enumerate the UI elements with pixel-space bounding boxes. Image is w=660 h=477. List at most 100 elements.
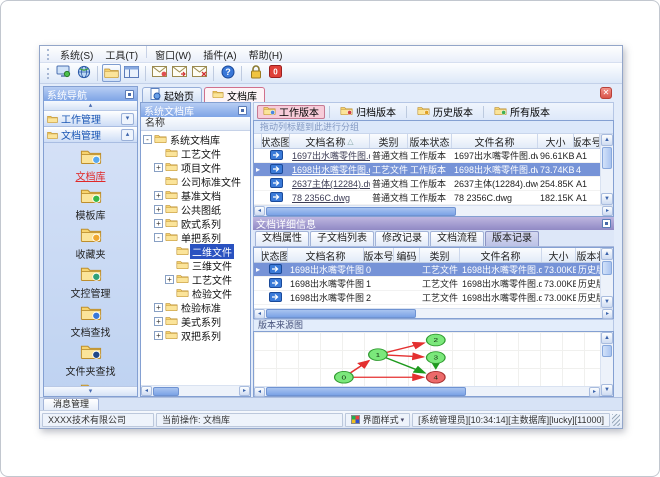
expand-icon[interactable]: + — [154, 302, 163, 312]
tab-start-page[interactable]: 起始页 — [142, 87, 202, 103]
expand-icon[interactable]: + — [154, 190, 163, 200]
tree-node[interactable]: 工艺文件 — [141, 146, 250, 161]
scroll-up-icon[interactable]: ▲ — [601, 134, 613, 146]
scroll-up-button[interactable]: ▴ — [44, 101, 137, 111]
computer-toolbar-button[interactable] — [54, 64, 73, 82]
version-node-3[interactable]: 3 — [425, 351, 446, 364]
menu-item[interactable]: 窗口(W) — [149, 46, 197, 63]
documents-vertical-scrollbar[interactable]: ▲ ▼ — [600, 134, 613, 205]
tree-node[interactable]: 公司标准文件 — [141, 174, 250, 189]
column-header-4[interactable]: 类别 — [420, 248, 460, 262]
ui-style-dropdown[interactable]: 界面样式 ▾ — [344, 412, 411, 427]
scroll-down-icon[interactable]: ▼ — [601, 296, 613, 308]
column-header-7[interactable]: 版本状态 — [576, 248, 601, 263]
lock-toolbar-button[interactable] — [246, 64, 265, 82]
column-header-5[interactable]: 文件名称 — [460, 248, 542, 262]
scrollbar-thumb[interactable] — [602, 261, 612, 275]
column-header-6[interactable]: 大小 — [542, 248, 576, 262]
close-tab-icon[interactable]: ✕ — [600, 87, 612, 99]
scroll-right-icon[interactable]: ▸ — [602, 308, 613, 319]
collapse-icon[interactable]: - — [143, 134, 152, 144]
tree-node[interactable]: + 工艺文件 — [141, 272, 250, 287]
tree-node[interactable]: + 基准文档 — [141, 188, 250, 203]
tab-document-library[interactable]: 文档库 — [204, 87, 265, 103]
scroll-down-button[interactable]: ▾ — [44, 386, 137, 396]
version-filter-button[interactable]: 归档版本 — [334, 105, 402, 119]
expand-icon[interactable]: + — [154, 162, 163, 172]
column-header-1[interactable]: 文档名称 — [288, 248, 364, 262]
graph-vertical-scrollbar[interactable]: ▲ ▼ — [600, 332, 613, 396]
mail-send-toolbar-button[interactable] — [170, 64, 189, 82]
tree-node[interactable]: - 单把系列 — [141, 230, 250, 245]
scroll-down-icon[interactable]: ▼ — [601, 384, 613, 396]
scroll-down-icon[interactable]: ▼ — [601, 193, 613, 205]
column-header-0[interactable]: 状态图 — [262, 248, 288, 262]
pin-icon[interactable] — [602, 219, 611, 228]
sidebar-item-template-library[interactable]: 模板库 — [44, 185, 137, 224]
document-link[interactable]: 1697出水嘴零件图.dwg — [292, 151, 370, 161]
column-header-2[interactable]: 版本号 — [364, 248, 394, 262]
detail-tab[interactable]: 修改记录 — [375, 231, 429, 246]
expand-icon[interactable]: + — [154, 204, 163, 214]
document-link[interactable]: 1698出水嘴零件图.dwg — [292, 165, 370, 175]
table-row[interactable]: ▸1698出水嘴零件图.dwg0工艺文件1698出水嘴零件图.dwg73.00K… — [254, 263, 600, 277]
tree-horizontal-scrollbar[interactable]: ◂ ▸ — [141, 385, 250, 396]
version-node-0[interactable]: 0 — [333, 370, 354, 384]
scroll-left-icon[interactable]: ◂ — [254, 386, 265, 397]
menu-item[interactable]: 工具(T) — [99, 46, 144, 63]
document-link[interactable]: 2637主体(12284).dwg — [292, 179, 370, 189]
document-link[interactable]: 78 2356C.dwg — [292, 193, 350, 203]
table-row[interactable]: 1698出水嘴零件图.dwg1工艺文件1698出水嘴零件图.dwg73.00KB… — [254, 277, 600, 291]
group-by-hint[interactable]: 拖动列标题到此进行分组 — [254, 121, 613, 134]
version-node-4[interactable]: 4 — [425, 370, 446, 384]
column-header-2[interactable]: 类别 — [370, 134, 408, 148]
expand-icon[interactable]: + — [154, 316, 163, 326]
pin-icon[interactable] — [125, 89, 134, 99]
version-filter-button[interactable]: 历史版本 — [411, 105, 479, 119]
sidebar-item-doc-control[interactable]: 文控管理 — [44, 263, 137, 302]
sidebar-item-doc-search[interactable]: 文档查找 — [44, 302, 137, 341]
table-row[interactable]: 1697出水嘴零件图.dwg普通文档工作版本1697出水嘴零件图.dwg96.6… — [254, 149, 600, 163]
versions-vertical-scrollbar[interactable]: ▲ ▼ — [600, 248, 613, 308]
table-row[interactable]: ▸1698出水嘴零件图.dwg工艺文件工作版本1698出水嘴零件图.dwg73.… — [254, 163, 600, 177]
scroll-right-icon[interactable]: ▸ — [602, 206, 613, 216]
scroll-right-icon[interactable]: ▸ — [589, 386, 600, 397]
version-node-2[interactable]: 2 — [425, 333, 446, 347]
versions-horizontal-scrollbar[interactable]: ◂ ▸ — [254, 308, 613, 319]
graph-horizontal-scrollbar[interactable]: ◂ ▸ — [254, 386, 600, 397]
expand-icon[interactable]: + — [154, 330, 163, 340]
window-layout-toolbar-button[interactable] — [122, 64, 141, 82]
column-header-4[interactable]: 文件名称 — [452, 134, 538, 148]
collapse-icon[interactable]: - — [154, 232, 163, 242]
resize-grip[interactable] — [612, 413, 620, 426]
scrollbar-thumb[interactable] — [266, 206, 456, 216]
sidebar-group-collapsed[interactable]: 工作管理 ▾ — [44, 111, 137, 127]
scroll-up-icon[interactable]: ▲ — [601, 248, 613, 260]
tree-node[interactable]: 二维文件 — [141, 243, 250, 259]
scroll-left-icon[interactable]: ◂ — [254, 206, 265, 216]
expand-icon[interactable]: + — [154, 218, 163, 228]
scroll-right-icon[interactable]: ▸ — [239, 386, 250, 396]
column-header-3[interactable]: 版本状态 — [408, 134, 452, 148]
tree-node[interactable]: + 欧式系列 — [141, 216, 250, 231]
column-header-1[interactable]: 文档名称 △ — [290, 134, 370, 148]
exit-toolbar-button[interactable]: 0 — [266, 64, 285, 82]
scrollbar-thumb[interactable] — [153, 386, 179, 396]
column-header-0[interactable]: 状态图 — [262, 134, 290, 148]
tab-message-management[interactable]: 消息管理 — [43, 398, 100, 410]
scrollbar-thumb[interactable] — [602, 345, 612, 357]
table-row[interactable]: 1698出水嘴零件图.dwg2工艺文件1698出水嘴零件图.dwg73.00KB… — [254, 291, 600, 305]
chevron-up-icon[interactable]: ▴ — [121, 128, 134, 141]
help-toolbar-button[interactable]: ? — [218, 64, 237, 82]
scroll-up-icon[interactable]: ▲ — [601, 332, 613, 344]
documents-horizontal-scrollbar[interactable]: ◂ ▸ — [254, 205, 613, 216]
tree-node[interactable]: + 项目文件 — [141, 160, 250, 175]
version-filter-button[interactable]: 所有版本 — [488, 105, 556, 119]
version-filter-button[interactable]: 工作版本 — [257, 104, 325, 119]
expand-icon[interactable]: + — [165, 274, 174, 284]
column-header-5[interactable]: 大小 — [538, 134, 574, 148]
mail-toolbar-button[interactable] — [150, 64, 169, 82]
scrollbar-thumb[interactable] — [266, 309, 416, 318]
tree-node[interactable]: + 双把系列 — [141, 328, 250, 343]
sidebar-item-favorites[interactable]: 收藏夹 — [44, 224, 137, 263]
